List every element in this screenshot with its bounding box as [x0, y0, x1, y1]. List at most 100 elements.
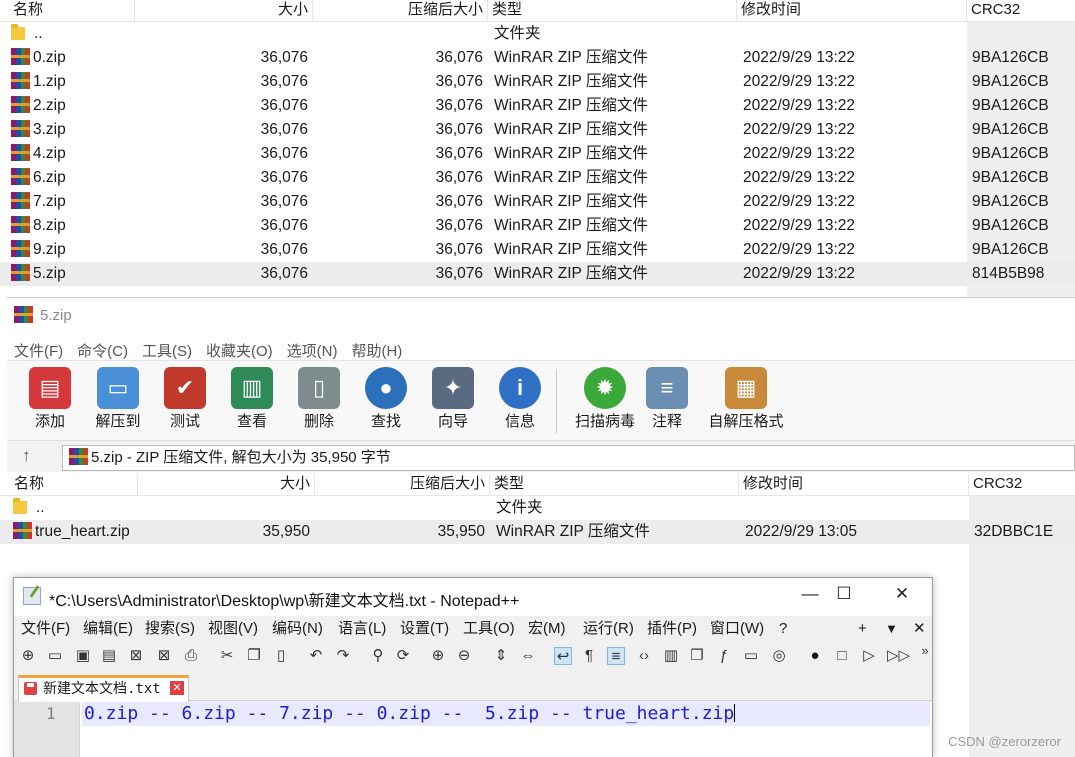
print-icon[interactable]: ⎙ — [182, 647, 200, 665]
maximize-button[interactable]: ☐ — [824, 584, 864, 604]
np-menu-item-3[interactable]: 视图(V) — [208, 616, 258, 642]
indent-guide-icon[interactable]: ≡ — [607, 647, 625, 665]
xml-tag-icon[interactable]: ‹› — [635, 647, 653, 665]
col-header-name[interactable]: 名称 — [9, 0, 135, 22]
table-row[interactable]: 0.zip 36,076 36,076 WinRAR ZIP 压缩文件 2022/9/2… — [0, 46, 1075, 70]
open-file-icon[interactable]: ▭ — [46, 647, 64, 665]
table-row[interactable]: 6.zip 36,076 36,076 WinRAR ZIP 压缩文件 2022/9/2… — [0, 166, 1075, 190]
menu-item-1[interactable]: 命令(C) — [77, 343, 128, 360]
editor-area[interactable]: 1 0.zip -- 6.zip -- 7.zip -- 0.zip -- 5.… — [14, 702, 932, 757]
col-header-packed[interactable]: 压缩后大小 — [313, 0, 488, 22]
table-row[interactable]: 5.zip 36,076 36,076 WinRAR ZIP 压缩文件 2022/9/2… — [0, 262, 1075, 286]
table-row[interactable]: 9.zip 36,076 36,076 WinRAR ZIP 压缩文件 2022/9/2… — [0, 238, 1075, 262]
np-menu-item-12[interactable]: ? — [779, 616, 787, 642]
toolbar-button-2[interactable]: ✔ 测试 — [150, 367, 220, 431]
table-row[interactable]: 1.zip 36,076 36,076 WinRAR ZIP 压缩文件 2022/9/2… — [0, 70, 1075, 94]
table-row[interactable]: 2.zip 36,076 36,076 WinRAR ZIP 压缩文件 2022/9/2… — [0, 94, 1075, 118]
monitor-icon[interactable]: ▭ — [742, 647, 760, 665]
col-header-crc[interactable]: CRC32 — [967, 0, 1075, 22]
zoom-out-icon[interactable]: ⊖ — [455, 647, 473, 665]
table-row[interactable]: 3.zip 36,076 36,076 WinRAR ZIP 压缩文件 2022/9/2… — [0, 118, 1075, 142]
col-header-size[interactable]: 大小 — [135, 0, 313, 22]
sync-vertical-icon[interactable]: ⇕ — [492, 647, 510, 665]
col-header-modified[interactable]: 修改时间 — [739, 474, 969, 496]
stop-macro-icon[interactable]: □ — [833, 647, 851, 665]
toolbar-button-0[interactable]: ▤ 添加 — [15, 367, 85, 431]
map-icon[interactable]: ▥ — [662, 647, 680, 665]
np-menu-item-6[interactable]: 设置(T) — [400, 616, 449, 642]
toolbar-button-9[interactable]: ≡ 注释 — [632, 367, 702, 431]
np-menu-item-4[interactable]: 编码(N) — [272, 616, 323, 642]
show-all-chars-icon[interactable]: ¶ — [580, 647, 598, 665]
doc-list-icon[interactable]: ❒ — [688, 647, 706, 665]
col-header-type[interactable]: 类型 — [490, 474, 739, 496]
zoom-in-icon[interactable]: ⊕ — [429, 647, 447, 665]
table-row[interactable]: 4.zip 36,076 36,076 WinRAR ZIP 压缩文件 2022/9/2… — [0, 142, 1075, 166]
np-menu-item-7[interactable]: 工具(O) — [463, 616, 515, 642]
screenshot-icon[interactable]: ◎ — [770, 647, 788, 665]
save-icon[interactable]: ▣ — [74, 647, 92, 665]
toolbar-button-5[interactable]: ● 查找 — [351, 367, 421, 431]
copy-icon[interactable]: ❐ — [245, 647, 263, 665]
col-header-name[interactable]: 名称 — [10, 474, 138, 496]
close-all-icon[interactable]: ⊠ — [155, 647, 173, 665]
menu-plus[interactable]: + — [858, 616, 867, 642]
col-header-size[interactable]: 大小 — [138, 474, 315, 496]
tab-document[interactable]: 新建文本文档.txt ✕ — [18, 675, 189, 702]
np-menu-item-9[interactable]: 运行(R) — [583, 616, 634, 642]
np-menu-item-8[interactable]: 宏(M) — [528, 616, 566, 642]
table-row[interactable]: 7.zip 36,076 36,076 WinRAR ZIP 压缩文件 2022/9/2… — [0, 190, 1075, 214]
menu-item-0[interactable]: 文件(F) — [14, 343, 63, 360]
toolbar-button-1[interactable]: ▭ 解压到 — [83, 367, 153, 431]
undo-icon[interactable]: ↶ — [307, 647, 325, 665]
col-header-modified[interactable]: 修改时间 — [737, 0, 967, 22]
up-arrow-icon[interactable]: ↑ — [22, 446, 31, 466]
run-macro-multiple-icon[interactable]: ▷▷ — [887, 647, 910, 665]
replace-icon[interactable]: ⟳ — [394, 647, 412, 665]
cell-name: 6.zip — [11, 166, 66, 190]
menu-item-2[interactable]: 工具(S) — [142, 343, 192, 360]
np-menu-item-10[interactable]: 插件(P) — [647, 616, 697, 642]
paste-icon[interactable]: ▯ — [272, 647, 290, 665]
redo-icon[interactable]: ↷ — [334, 647, 352, 665]
cell-type: WinRAR ZIP 压缩文件 — [494, 49, 648, 66]
cut-icon[interactable]: ✂ — [218, 647, 236, 665]
toolbar-button-4[interactable]: ▯ 删除 — [284, 367, 354, 431]
np-menu-item-0[interactable]: 文件(F) — [21, 616, 70, 642]
table-row[interactable]: .. 文件夹 — [0, 22, 1075, 46]
close-button[interactable]: ✕ — [882, 584, 922, 604]
editor-line[interactable]: 0.zip -- 6.zip -- 7.zip -- 0.zip -- 5.zi… — [82, 702, 930, 726]
table-row[interactable]: 8.zip 36,076 36,076 WinRAR ZIP 压缩文件 2022/9/2… — [0, 214, 1075, 238]
np-menu-item-2[interactable]: 搜索(S) — [145, 616, 195, 642]
function-list-icon[interactable]: ƒ — [715, 647, 733, 665]
col-header-crc[interactable]: CRC32 — [969, 474, 1075, 496]
menu-dropdown[interactable]: ▼ — [885, 616, 898, 642]
close-file-icon[interactable]: ⊠ — [127, 647, 145, 665]
more-tools-icon[interactable]: » — [916, 642, 934, 660]
np-menu-item-5[interactable]: 语言(L) — [338, 616, 386, 642]
new-file-icon[interactable]: ⊕ — [19, 647, 37, 665]
menu-close[interactable]: ✕ — [913, 616, 926, 642]
menu-item-3[interactable]: 收藏夹(O) — [206, 343, 273, 360]
play-macro-icon[interactable]: ▷ — [860, 647, 878, 665]
menu-item-4[interactable]: 选项(N) — [287, 343, 338, 360]
sync-horizontal-icon[interactable]: ⇔ — [519, 647, 537, 665]
record-macro-icon[interactable]: ● — [806, 647, 824, 665]
toolbar-button-10[interactable]: ▦ 自解压格式 — [704, 367, 788, 431]
table-row[interactable]: .. 文件夹 — [0, 496, 1075, 520]
toolbar-button-7[interactable]: i 信息 — [485, 367, 555, 431]
np-menu-item-11[interactable]: 窗口(W) — [710, 616, 764, 642]
menu-item-5[interactable]: 帮助(H) — [351, 343, 402, 360]
save-all-icon[interactable]: ▤ — [100, 647, 118, 665]
toolbar-label: 注释 — [651, 413, 682, 430]
table-row[interactable]: true_heart.zip 35,950 35,950 WinRAR ZIP 压缩文… — [0, 520, 1075, 544]
find-icon[interactable]: ⚲ — [369, 647, 387, 665]
col-header-type[interactable]: 类型 — [488, 0, 737, 22]
toolbar-button-6[interactable]: ✦ 向导 — [418, 367, 488, 431]
np-menu-item-1[interactable]: 编辑(E) — [83, 616, 133, 642]
address-field[interactable]: 5.zip - ZIP 压缩文件, 解包大小为 35,950 字节 — [62, 445, 1075, 471]
tab-close-icon[interactable]: ✕ — [170, 681, 184, 695]
col-header-packed[interactable]: 压缩后大小 — [315, 474, 490, 496]
toolbar-button-3[interactable]: ▥ 查看 — [217, 367, 287, 431]
word-wrap-icon[interactable]: ↩ — [554, 647, 572, 665]
